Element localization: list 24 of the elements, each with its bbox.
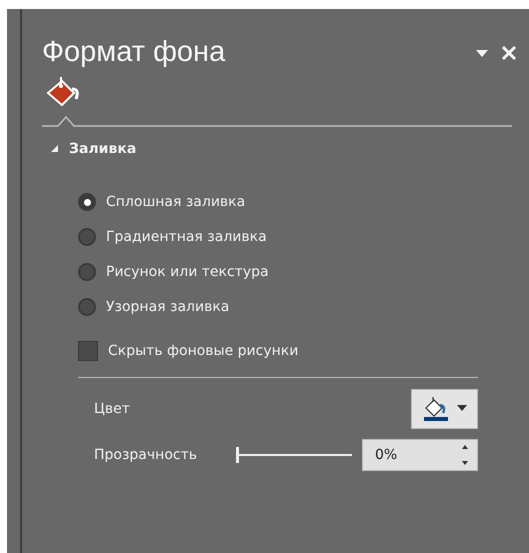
paint-bucket-icon <box>422 396 448 422</box>
radio-label[interactable]: Узорная заливка <box>106 299 230 316</box>
radio-label[interactable]: Рисунок или текстура <box>106 264 269 280</box>
fill-section-header[interactable]: Заливка <box>42 140 136 157</box>
checkbox[interactable] <box>78 340 98 361</box>
fill-color-button[interactable] <box>411 388 478 429</box>
slider-thumb[interactable] <box>236 446 239 463</box>
caret-icon <box>456 405 466 412</box>
radio-button[interactable] <box>78 263 96 282</box>
checkbox-label[interactable]: Скрыть фоновые рисунки <box>108 342 298 359</box>
transparency-slider[interactable] <box>236 446 352 463</box>
radio-label[interactable]: Градиентная заливка <box>106 229 267 246</box>
radio-label[interactable]: Сплошная заливка <box>106 194 246 210</box>
radio-button[interactable] <box>78 193 96 212</box>
color-label: Цвет <box>94 400 131 417</box>
transparency-spin-field[interactable]: 0% <box>362 438 478 471</box>
pane-title: Формат фона <box>42 37 226 69</box>
dropdown-caret-icon[interactable] <box>475 48 489 58</box>
radio-button[interactable] <box>78 228 96 246</box>
close-icon[interactable] <box>501 45 517 61</box>
radio-button[interactable] <box>78 298 96 316</box>
expand-triangle-icon <box>50 144 59 154</box>
transparency-label: Прозрачность <box>94 446 198 463</box>
spin-arrows-icon[interactable] <box>461 442 469 467</box>
